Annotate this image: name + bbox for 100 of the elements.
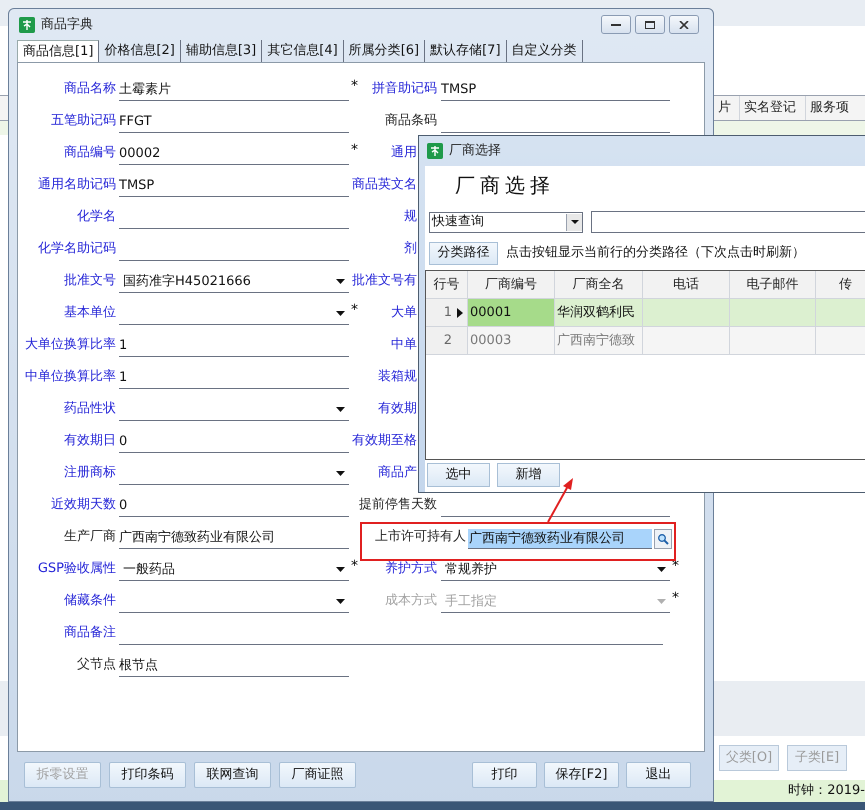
text-field[interactable]: 1: [119, 367, 349, 389]
close-button[interactable]: [669, 15, 699, 34]
table-cell: 广西南宁德致: [555, 327, 643, 354]
column-header[interactable]: 传: [816, 271, 865, 298]
row-number: 1: [444, 304, 452, 322]
dropdown-field[interactable]: 一般药品: [119, 559, 349, 581]
text-field[interactable]: 00002: [119, 143, 349, 165]
search-input[interactable]: [591, 211, 865, 233]
action-button[interactable]: 保存[F2]: [544, 762, 619, 788]
field-label: GSP验收属性: [38, 560, 116, 578]
field-label: 有效期至格: [352, 432, 417, 450]
required-asterisk: *: [351, 302, 358, 318]
table-cell: 华润双鹤利民: [555, 299, 643, 326]
dropdown-arrow-icon[interactable]: [336, 407, 345, 412]
required-asterisk: *: [351, 558, 358, 574]
window-title: 商品字典: [41, 16, 93, 34]
text-field[interactable]: 1: [119, 335, 349, 357]
text-field[interactable]: 0: [119, 431, 349, 453]
query-mode-dropdown[interactable]: 快速查询: [429, 212, 583, 232]
dialog-heading: 厂商选择: [455, 172, 555, 199]
column-header[interactable]: 行号: [426, 271, 468, 298]
column-header[interactable]: 电话: [643, 271, 730, 298]
close-icon: [679, 20, 689, 28]
category-path-button[interactable]: 分类路径: [429, 242, 498, 264]
column-header[interactable]: 厂商全名: [555, 271, 643, 298]
dropdown-field[interactable]: 常规养护: [441, 559, 670, 581]
field-label: 拼音助记码: [372, 80, 437, 98]
dropdown-arrow-icon[interactable]: [336, 471, 345, 476]
search-icon: [657, 533, 669, 545]
field-label: 商品条码: [385, 112, 437, 130]
column-header[interactable]: 服务项: [805, 96, 865, 120]
maximize-button[interactable]: [635, 15, 665, 34]
app-logo-icon: [19, 16, 35, 32]
field-label: 有效期: [378, 400, 417, 418]
action-button[interactable]: 打印条码: [109, 762, 186, 788]
row-number: 2: [444, 332, 452, 350]
action-button[interactable]: 打印: [472, 762, 537, 788]
text-field[interactable]: TMSP: [441, 79, 670, 101]
field-label: 生产厂商: [64, 528, 116, 546]
dropdown-field[interactable]: 国药准字H45021666: [119, 271, 349, 293]
current-row-icon: [457, 308, 463, 318]
text-field[interactable]: 土霉素片: [119, 79, 349, 101]
dropdown-arrow-icon[interactable]: [336, 599, 345, 604]
column-header[interactable]: 电子邮件: [730, 271, 816, 298]
annotation-arrow: [547, 478, 573, 522]
column-header[interactable]: 实名登记: [739, 96, 805, 120]
search-button[interactable]: [654, 529, 672, 549]
field-label: 基本单位: [64, 304, 116, 322]
table-cell: 00003: [468, 327, 555, 354]
field-label: 成本方式: [385, 592, 437, 610]
column-header[interactable]: 厂商编号: [468, 271, 555, 298]
text-field[interactable]: 根节点: [119, 655, 349, 677]
field-label: 中单: [391, 336, 417, 354]
required-asterisk: *: [351, 78, 358, 94]
dialog-button[interactable]: 选中: [427, 463, 490, 487]
text-field[interactable]: TMSP: [119, 175, 349, 197]
dialog-button[interactable]: 新增: [497, 463, 560, 487]
dropdown-arrow-icon[interactable]: [657, 567, 666, 572]
text-field[interactable]: 0: [119, 495, 349, 517]
grid-row[interactable]: 1 00001 华润双鹤利民: [426, 299, 865, 327]
dropdown-arrow-icon: [570, 220, 578, 224]
field-label: 注册商标: [64, 464, 116, 482]
text-field[interactable]: 广西南宁德致药业有限公司: [119, 527, 349, 549]
field-label: 大单: [391, 304, 417, 322]
field-label: 剂: [404, 240, 417, 258]
dialog-title: 厂商选择: [449, 142, 501, 160]
field-label: 批准文号: [64, 272, 116, 290]
field-label: 商品备注: [64, 624, 116, 642]
lookup-field[interactable]: 广西南宁德致药业有限公司: [468, 529, 652, 549]
field-label: 批准文号有: [352, 272, 417, 290]
field-label: 药品性状: [64, 400, 116, 418]
field-label: 通用: [391, 144, 417, 162]
dropdown-arrow-icon[interactable]: [336, 311, 345, 316]
action-button[interactable]: 联网查询: [194, 762, 271, 788]
field-label: 五笔助记码: [51, 112, 116, 130]
field-label: 化学名助记码: [38, 240, 116, 258]
maximize-icon: [645, 20, 655, 28]
field-label: 通用名助记码: [38, 176, 116, 194]
minimize-icon: [611, 22, 621, 26]
minimize-button[interactable]: [601, 15, 631, 34]
field-label: 商品名称: [64, 80, 116, 98]
text-field[interactable]: FFGT: [119, 111, 349, 133]
clock-text: 时钟：2019-: [788, 782, 865, 800]
field-label: 装箱规: [378, 368, 417, 386]
field-label: 提前停售天数: [359, 496, 437, 514]
field-label: 商品英文名: [352, 176, 417, 194]
field-label: 养护方式: [385, 560, 437, 578]
dropdown-arrow-icon[interactable]: [336, 567, 345, 572]
grid-row[interactable]: 2 00003 广西南宁德致: [426, 327, 865, 355]
field-label: 大单位换算比率: [25, 336, 116, 354]
field-label: 中单位换算比率: [25, 368, 116, 386]
dropdown-arrow-icon[interactable]: [336, 279, 345, 284]
action-button[interactable]: 退出: [626, 762, 691, 788]
field-label: 父节点: [77, 656, 116, 674]
tab[interactable]: 商品信息[1]: [17, 40, 100, 62]
field-label: 近效期天数: [51, 496, 116, 514]
field-label: 化学名: [77, 208, 116, 226]
app-logo-icon: [427, 143, 443, 159]
field-label: 有效期日: [64, 432, 116, 450]
action-button[interactable]: 厂商证照: [279, 762, 356, 788]
